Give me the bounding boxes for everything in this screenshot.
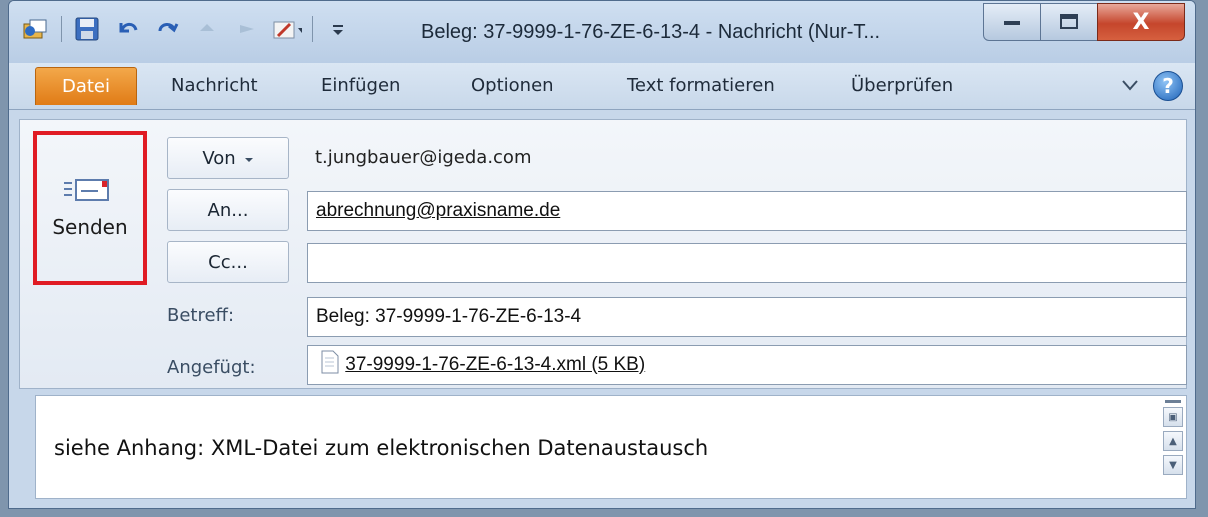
tab-einfuegen[interactable]: Einfügen (321, 67, 400, 105)
ribbon-right-controls: ? (1121, 71, 1183, 101)
maximize-icon[interactable] (1040, 3, 1098, 41)
outlook-icon[interactable] (21, 14, 51, 44)
undo-icon[interactable] (112, 14, 142, 44)
message-window: Beleg: 37-9999-1-76-ZE-6-13-4 - Nachrich… (8, 0, 1196, 509)
ribbon-tabs: Datei Nachricht Einfügen Optionen Text f… (9, 63, 1195, 110)
subject-field[interactable]: Beleg: 37-9999-1-76-ZE-6-13-4 (307, 297, 1187, 337)
tab-datei[interactable]: Datei (35, 67, 137, 105)
attachment-name[interactable]: 37-9999-1-76-ZE-6-13-4.xml (5 KB) (345, 354, 645, 375)
toolbar-separator (312, 16, 313, 42)
from-button[interactable]: Von (167, 137, 289, 179)
tab-text-formatieren[interactable]: Text formatieren (627, 67, 775, 105)
from-address: t.jungbauer@igeda.com (315, 147, 532, 168)
window-controls: X (983, 3, 1185, 41)
from-label: Von (202, 147, 236, 169)
attachment-file-icon (320, 350, 345, 379)
to-label: An... (207, 199, 249, 221)
vertical-scrollbar[interactable]: ▣ ▲ ▼ (1162, 398, 1184, 496)
title-bar: Beleg: 37-9999-1-76-ZE-6-13-4 - Nachrich… (9, 1, 1195, 63)
scroll-down-icon[interactable]: ▼ (1163, 455, 1183, 475)
cc-button[interactable]: Cc... (167, 241, 289, 283)
attached-label: Angefügt: (167, 357, 256, 378)
help-icon[interactable]: ? (1153, 71, 1183, 101)
redo-icon[interactable] (152, 14, 182, 44)
minimize-icon[interactable] (983, 3, 1041, 41)
to-field[interactable]: abrechnung@praxisname.de (307, 191, 1187, 231)
tab-nachricht[interactable]: Nachricht (171, 67, 258, 105)
send-label: Senden (52, 215, 128, 239)
customize-icon[interactable] (272, 14, 302, 44)
tab-ueberpruefen[interactable]: Überprüfen (851, 67, 953, 105)
message-body[interactable]: siehe Anhang: XML-Datei zum elektronisch… (35, 395, 1187, 499)
send-button[interactable]: Senden (33, 131, 147, 285)
zoom-icon[interactable]: ▣ (1163, 407, 1183, 427)
collapse-ribbon-icon[interactable] (1121, 77, 1139, 96)
cc-field[interactable] (307, 243, 1187, 283)
dropdown-arrow-icon (244, 148, 254, 169)
quick-access-dropdown-icon[interactable] (323, 14, 353, 44)
save-icon[interactable] (72, 14, 102, 44)
ruler-toggle[interactable] (1165, 400, 1181, 403)
window-title: Beleg: 37-9999-1-76-ZE-6-13-4 - Nachrich… (421, 21, 881, 43)
close-icon[interactable]: X (1097, 3, 1185, 41)
scroll-up-icon[interactable]: ▲ (1163, 431, 1183, 451)
attachment-field[interactable]: 37-9999-1-76-ZE-6-13-4.xml (5 KB) (307, 345, 1187, 385)
send-icon (62, 177, 118, 207)
subject-label: Betreff: (167, 305, 235, 326)
toolbar-separator (61, 16, 62, 42)
to-button[interactable]: An... (167, 189, 289, 231)
previous-icon[interactable] (192, 14, 222, 44)
quick-access-toolbar (21, 11, 353, 47)
next-icon[interactable] (232, 14, 262, 44)
body-text: siehe Anhang: XML-Datei zum elektronisch… (54, 436, 709, 460)
tab-optionen[interactable]: Optionen (471, 67, 554, 105)
cc-label: Cc... (208, 251, 248, 273)
